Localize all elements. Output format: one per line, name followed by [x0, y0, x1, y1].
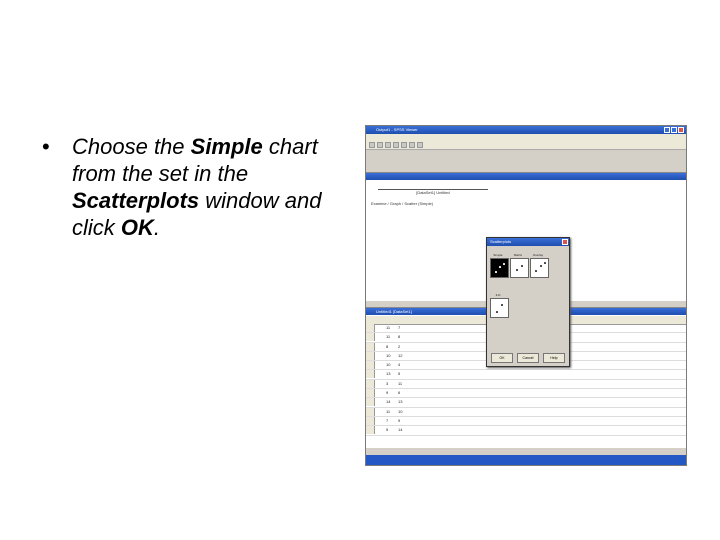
open-icon[interactable]	[369, 142, 375, 148]
save-icon[interactable]	[377, 142, 383, 148]
cell-var1[interactable]: 7	[386, 417, 388, 425]
toolbar	[366, 141, 686, 150]
cell-var1[interactable]: 14	[386, 398, 390, 406]
row-index	[366, 370, 375, 379]
cell-var2[interactable]: 8	[398, 333, 400, 341]
redo-icon[interactable]	[401, 142, 407, 148]
cell-var1[interactable]: 10	[386, 361, 390, 369]
spss-screenshot: Output1 - SPSS Viewer [DataSet1] Untitle…	[365, 125, 687, 466]
cell-var1[interactable]: 8	[386, 343, 388, 351]
cell-var2[interactable]: 4	[398, 361, 400, 369]
output-line: Examine / Graph / Scatter (Simple)	[371, 201, 434, 206]
cell-var2[interactable]: 13	[398, 398, 402, 406]
scatterplots-dialog: Scatterplots Simple Matrix Overlay 3-D O…	[486, 237, 570, 367]
data-editor-title: Untitled1 [DataSet1]	[376, 309, 412, 314]
row-index	[366, 361, 375, 370]
ok-button[interactable]: OK	[491, 353, 513, 363]
cell-var1[interactable]: 11	[386, 333, 390, 341]
cancel-button[interactable]: Cancel	[517, 353, 539, 363]
output-titlebar	[366, 173, 686, 180]
row-index	[366, 351, 375, 360]
cell-var1[interactable]: 11	[386, 408, 390, 416]
dialog-title: Scatterplots	[490, 239, 512, 244]
dialog-close-icon[interactable]	[562, 239, 568, 245]
table-row[interactable]: 3 11	[366, 379, 686, 390]
dialog-titlebar: Scatterplots	[487, 238, 569, 246]
row-index	[366, 324, 375, 332]
overlay-scatter-option[interactable]	[530, 258, 549, 278]
minimize-icon[interactable]	[664, 127, 670, 133]
table-row[interactable]: 14 13	[366, 398, 686, 408]
find-icon[interactable]	[417, 142, 423, 148]
table-row[interactable]: 79	[366, 416, 686, 427]
matrix-scatter-option[interactable]	[510, 258, 529, 278]
row-index	[366, 333, 375, 342]
menu-bar	[366, 134, 686, 141]
cell-var1[interactable]: 11	[386, 324, 390, 332]
table-row[interactable]: 96	[366, 389, 686, 399]
app-titlebar: Output1 - SPSS Viewer	[366, 126, 686, 134]
row-index	[366, 342, 375, 351]
option-label-3d: 3-D	[495, 293, 501, 297]
cell-var1[interactable]: 3	[386, 380, 388, 388]
cell-var2[interactable]: 2	[398, 343, 400, 351]
cell-var2[interactable]: 7	[398, 324, 400, 332]
row-index	[366, 407, 375, 416]
cell-var1[interactable]: 10	[386, 352, 390, 360]
table-row[interactable]: 5 14	[366, 426, 686, 436]
cell-var2[interactable]: 11	[398, 380, 402, 388]
bullet-symbol: •	[42, 134, 50, 159]
simple-scatter-option[interactable]	[490, 258, 509, 278]
table-row[interactable]: 13 5	[366, 370, 686, 380]
option-label-overlay: Overlay	[532, 253, 544, 257]
cell-var2[interactable]: 6	[398, 389, 400, 397]
option-label-matrix: Matrix	[513, 253, 523, 257]
cell-var1[interactable]: 13	[386, 370, 390, 378]
cell-var2[interactable]: 5	[398, 370, 400, 378]
close-icon[interactable]	[678, 127, 684, 133]
print-icon[interactable]	[385, 142, 391, 148]
maximize-icon[interactable]	[671, 127, 677, 133]
row-index	[366, 389, 375, 398]
cell-var2[interactable]: 10	[398, 408, 402, 416]
output-heading: [DataSet1] Untitled	[378, 189, 488, 195]
cell-var1[interactable]: 5	[386, 426, 388, 434]
undo-icon[interactable]	[393, 142, 399, 148]
help-button[interactable]: Help	[543, 353, 565, 363]
table-row[interactable]: 11 10	[366, 407, 686, 417]
row-index	[366, 379, 375, 388]
row-index	[366, 398, 375, 407]
3d-scatter-option[interactable]	[490, 298, 509, 318]
app-title: Output1 - SPSS Viewer	[376, 127, 418, 132]
cell-var1[interactable]: 9	[386, 389, 388, 397]
option-label-simple: Simple	[493, 253, 503, 257]
cell-var2[interactable]: 9	[398, 417, 400, 425]
status-bar	[366, 455, 686, 465]
cell-var2[interactable]: 12	[398, 352, 402, 360]
cell-var2[interactable]: 14	[398, 426, 402, 434]
row-index	[366, 416, 375, 425]
instruction-text: Choose the Simple chart from the set in …	[72, 134, 322, 240]
row-index	[366, 426, 375, 435]
chart-icon[interactable]	[409, 142, 415, 148]
